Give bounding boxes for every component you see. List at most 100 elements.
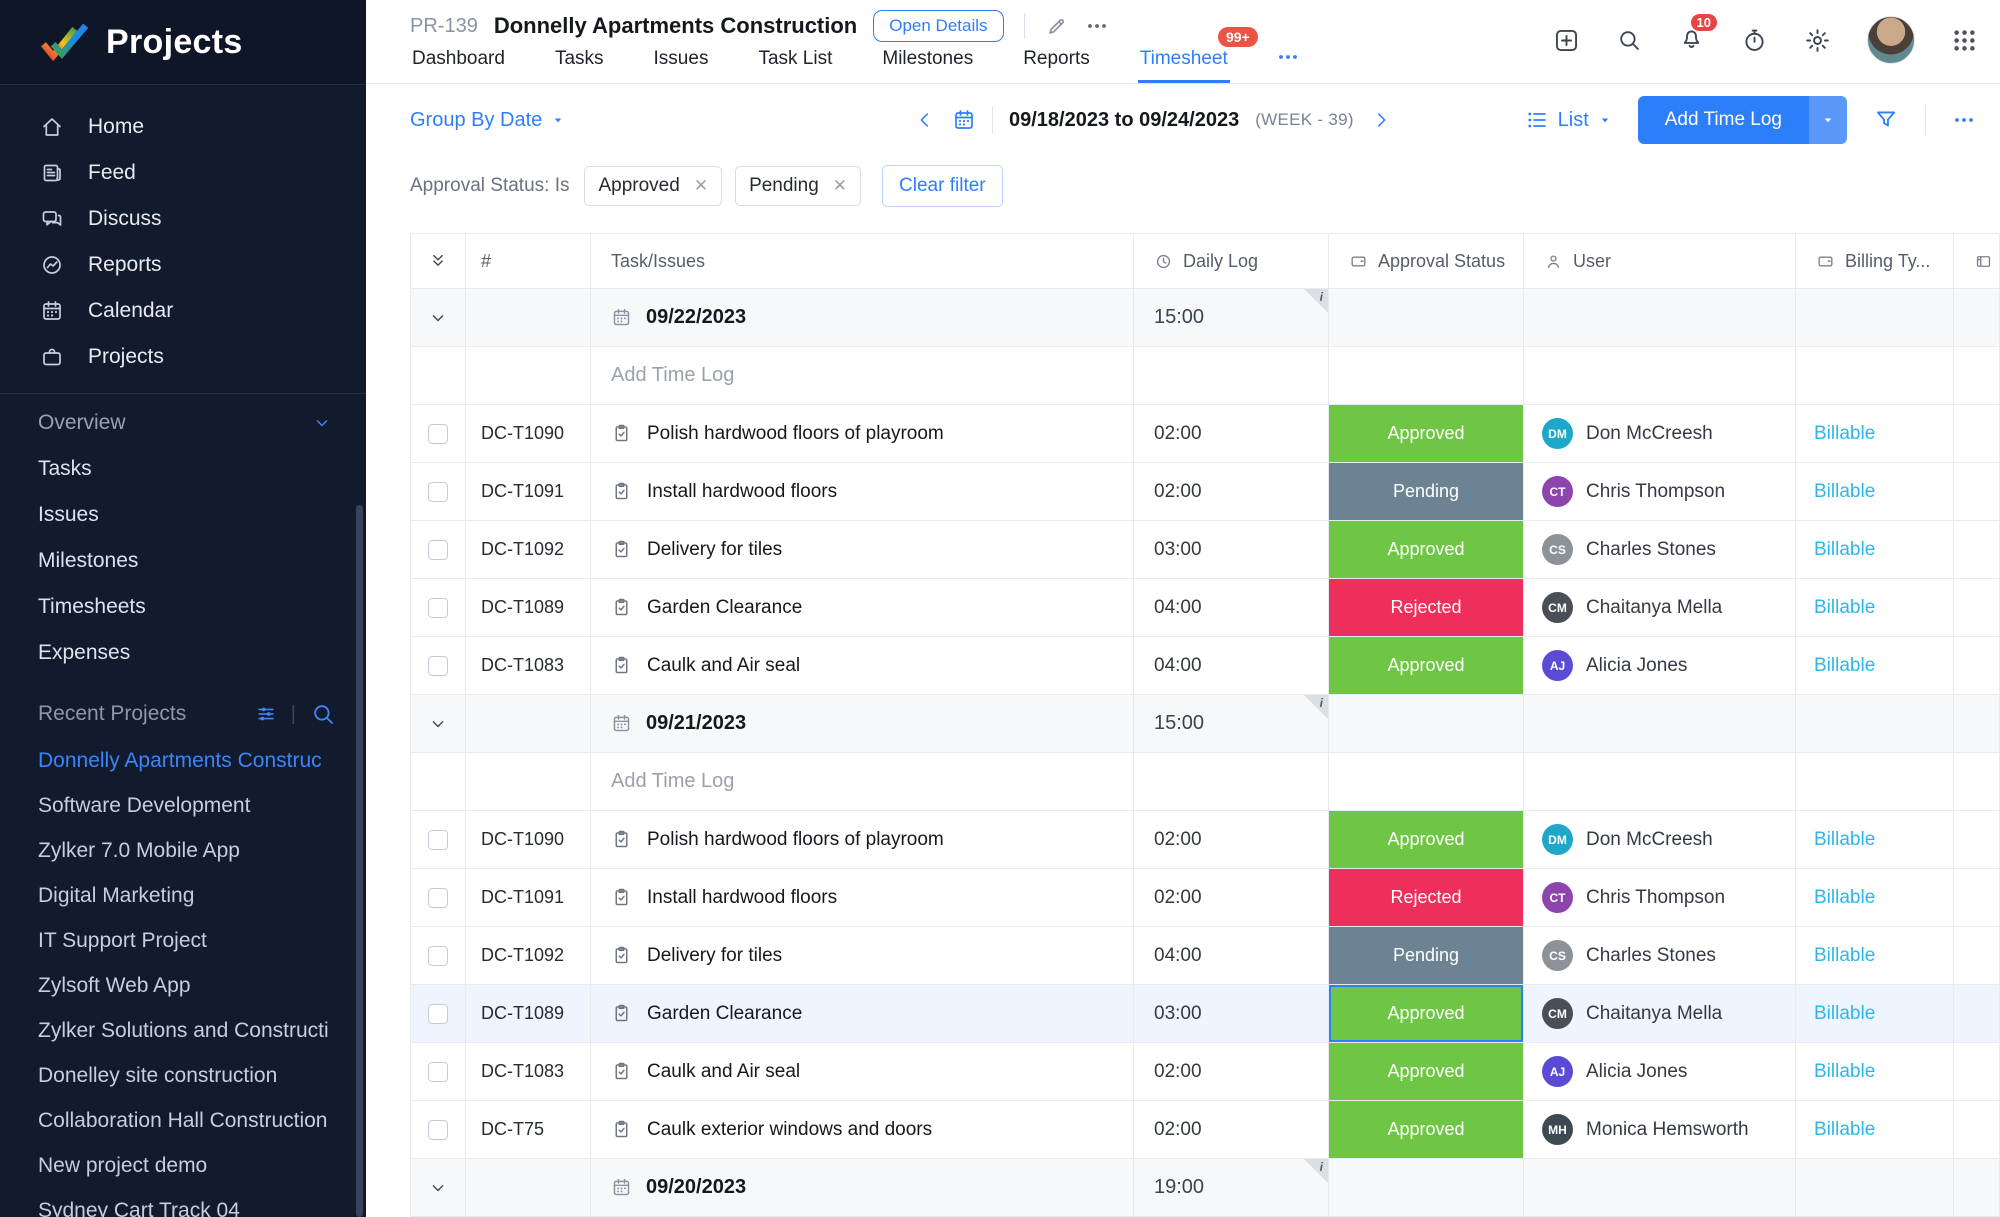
recent-project-item[interactable]: Sydney Cart Track 04	[0, 1188, 366, 1217]
user-avatar[interactable]	[1867, 16, 1915, 64]
task-name[interactable]: Garden Clearance	[647, 1003, 802, 1025]
task-name[interactable]: Caulk exterior windows and doors	[647, 1119, 932, 1141]
app-logo[interactable]: Projects	[0, 0, 366, 85]
notes-cell[interactable]	[1954, 869, 2000, 927]
filter-funnel-icon[interactable]	[1873, 107, 1899, 133]
tab-reports[interactable]: Reports	[1021, 38, 1092, 83]
row-checkbox[interactable]	[428, 1003, 448, 1024]
notes-cell[interactable]	[1954, 637, 2000, 695]
status-badge[interactable]: Pending	[1329, 927, 1523, 984]
tab-dashboard[interactable]: Dashboard	[410, 38, 507, 83]
daily-log-cell[interactable]: 04:00	[1134, 637, 1329, 695]
add-new-icon[interactable]	[1553, 27, 1580, 54]
tab-milestones[interactable]: Milestones	[880, 38, 975, 83]
row-checkbox[interactable]	[428, 481, 448, 502]
chevron-down-icon[interactable]	[312, 413, 332, 433]
view-selector[interactable]: List	[1525, 108, 1612, 132]
status-badge[interactable]: Approved	[1329, 811, 1523, 868]
billing-type-value[interactable]: Billable	[1814, 481, 1875, 503]
billing-type-value[interactable]: Billable	[1814, 1119, 1875, 1141]
recent-project-item[interactable]: IT Support Project	[0, 918, 366, 963]
daily-log-cell[interactable]: 04:00	[1134, 927, 1329, 985]
sidebar-item-tasks[interactable]: Tasks	[0, 446, 366, 492]
row-checkbox[interactable]	[428, 423, 448, 444]
billing-type-value[interactable]: Billable	[1814, 1003, 1875, 1025]
task-name[interactable]: Caulk and Air seal	[647, 1061, 800, 1083]
settings-gear-icon[interactable]	[1804, 27, 1831, 54]
recent-project-item[interactable]: Collaboration Hall Construction	[0, 1098, 366, 1143]
task-cell[interactable]: Garden Clearance	[591, 579, 1134, 637]
daily-log-cell[interactable]: 03:00	[1134, 985, 1329, 1043]
next-week-icon[interactable]	[1370, 109, 1392, 131]
add-time-log-dropdown[interactable]	[1809, 96, 1847, 144]
tab-task-list[interactable]: Task List	[756, 38, 834, 83]
group-collapse-cell[interactable]	[411, 695, 466, 753]
daily-log-cell[interactable]: 02:00	[1134, 1101, 1329, 1159]
recent-project-item[interactable]: Zylsoft Web App	[0, 963, 366, 1008]
sidebar-section-overview[interactable]: Overview	[0, 400, 366, 446]
row-checkbox[interactable]	[428, 887, 448, 908]
recent-project-item[interactable]: New project demo	[0, 1143, 366, 1188]
task-cell[interactable]: Caulk exterior windows and doors	[591, 1101, 1134, 1159]
daily-log-cell[interactable]: 02:00	[1134, 405, 1329, 463]
task-cell[interactable]: Install hardwood floors	[591, 869, 1134, 927]
row-checkbox[interactable]	[428, 539, 448, 560]
apps-grid-icon[interactable]	[1951, 27, 1978, 54]
calendar-picker-icon[interactable]	[952, 108, 976, 132]
task-cell[interactable]: Caulk and Air seal	[591, 1043, 1134, 1101]
task-name[interactable]: Caulk and Air seal	[647, 655, 800, 677]
task-cell[interactable]: Polish hardwood floors of playroom	[591, 405, 1134, 463]
row-checkbox[interactable]	[428, 1119, 448, 1140]
remove-chip-icon[interactable]: ✕	[833, 176, 847, 196]
billing-type-value[interactable]: Billable	[1814, 423, 1875, 445]
status-badge[interactable]: Rejected	[1329, 869, 1523, 926]
tab-tasks[interactable]: Tasks	[553, 38, 606, 83]
task-cell[interactable]: Install hardwood floors	[591, 463, 1134, 521]
group-by-dropdown[interactable]: Group By Date	[410, 109, 565, 132]
billing-type-value[interactable]: Billable	[1814, 887, 1875, 909]
row-checkbox[interactable]	[428, 655, 448, 676]
sidebar-item-projects[interactable]: Projects	[0, 334, 366, 380]
status-badge[interactable]: Approved	[1329, 1043, 1523, 1100]
collapse-group-icon[interactable]	[428, 308, 448, 328]
task-cell[interactable]: Caulk and Air seal	[591, 637, 1134, 695]
column-header-billing-type[interactable]: Billing Ty...	[1796, 234, 1954, 289]
notes-cell[interactable]	[1954, 405, 2000, 463]
sidebar-item-feed[interactable]: Feed	[0, 150, 366, 196]
timer-icon[interactable]	[1741, 27, 1768, 54]
search-projects-icon[interactable]	[310, 701, 336, 727]
sidebar-item-calendar[interactable]: Calendar	[0, 288, 366, 334]
signature-pen-icon[interactable]	[1045, 14, 1069, 38]
previous-week-icon[interactable]	[914, 109, 936, 131]
column-header-user[interactable]: User	[1524, 234, 1796, 289]
more-tabs-icon[interactable]	[1276, 45, 1300, 77]
remove-chip-icon[interactable]: ✕	[694, 176, 708, 196]
sidebar-item-timesheets[interactable]: Timesheets	[0, 584, 366, 630]
billing-type-value[interactable]: Billable	[1814, 655, 1875, 677]
project-more-icon[interactable]	[1085, 14, 1109, 38]
status-badge[interactable]: Rejected	[1329, 579, 1523, 636]
status-badge[interactable]: Pending	[1329, 463, 1523, 520]
adjust-sliders-icon[interactable]	[255, 703, 277, 725]
billing-type-value[interactable]: Billable	[1814, 829, 1875, 851]
task-cell[interactable]: Garden Clearance	[591, 985, 1134, 1043]
task-cell[interactable]: Delivery for tiles	[591, 521, 1134, 579]
task-name[interactable]: Polish hardwood floors of playroom	[647, 423, 944, 445]
billing-type-value[interactable]: Billable	[1814, 539, 1875, 561]
task-cell[interactable]: Polish hardwood floors of playroom	[591, 811, 1134, 869]
daily-log-cell[interactable]: 03:00	[1134, 521, 1329, 579]
row-checkbox[interactable]	[428, 945, 448, 966]
daily-log-cell[interactable]: 02:00	[1134, 811, 1329, 869]
task-name[interactable]: Delivery for tiles	[647, 539, 782, 561]
status-badge[interactable]: Approved	[1329, 521, 1523, 578]
daily-log-cell[interactable]: 02:00	[1134, 869, 1329, 927]
task-name[interactable]: Delivery for tiles	[647, 945, 782, 967]
notes-cell[interactable]	[1954, 579, 2000, 637]
recent-project-item[interactable]: Software Development	[0, 783, 366, 828]
task-name[interactable]: Garden Clearance	[647, 597, 802, 619]
column-header-approval-status[interactable]: Approval Status	[1329, 234, 1524, 289]
billing-type-value[interactable]: Billable	[1814, 1061, 1875, 1083]
recent-project-item[interactable]: Digital Marketing	[0, 873, 366, 918]
tab-issues[interactable]: Issues	[652, 38, 711, 83]
status-badge[interactable]: Approved	[1329, 1101, 1523, 1158]
